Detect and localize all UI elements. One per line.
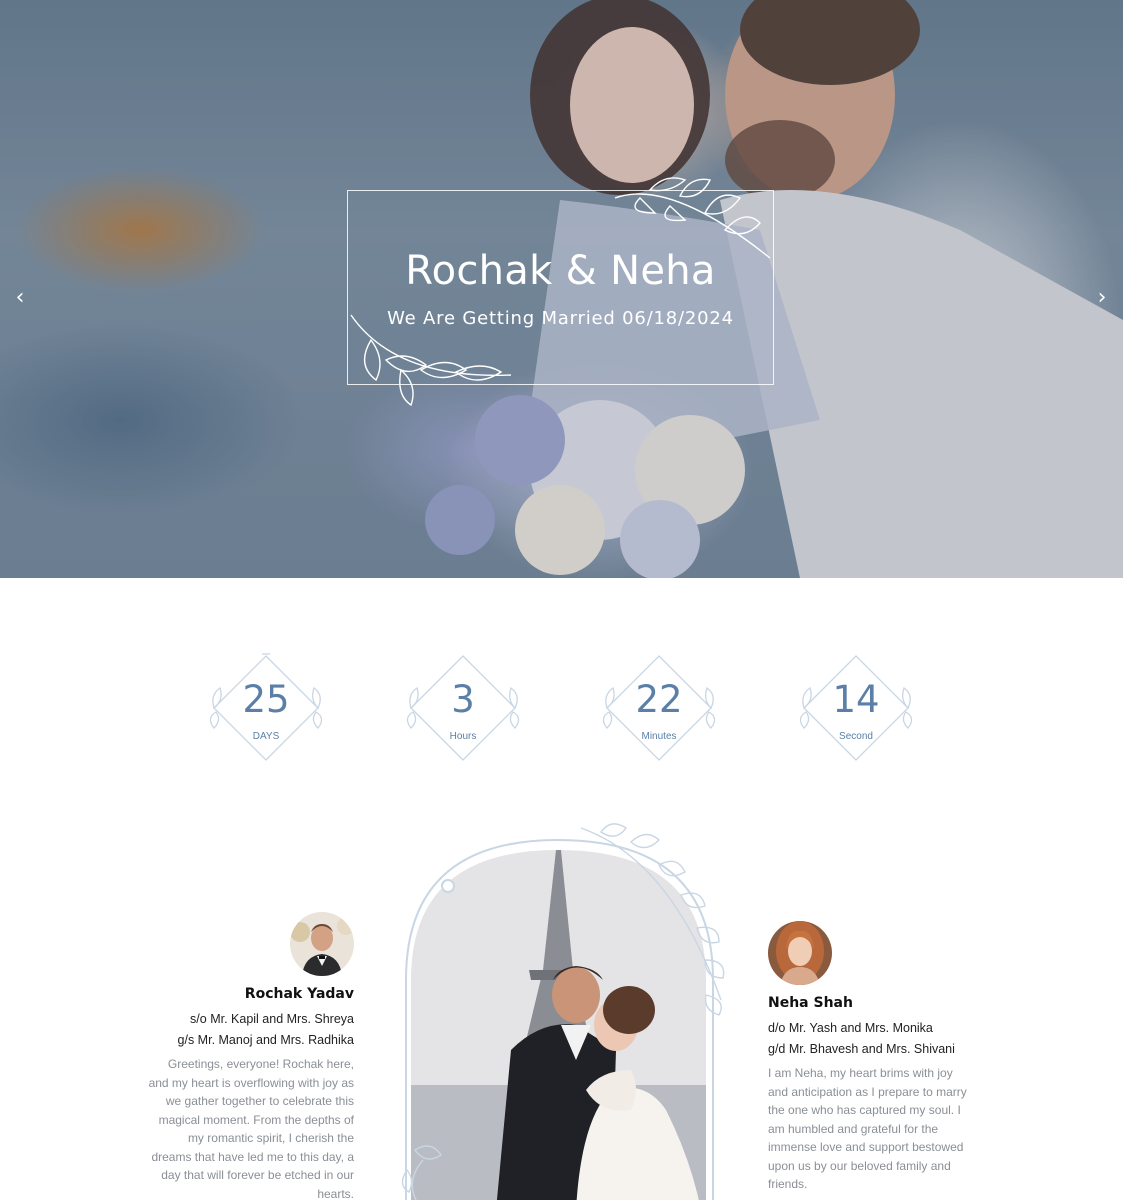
countdown-label: Second [839,731,873,742]
bride-name: Neha Shah [768,995,853,1011]
countdown-seconds: 14 Second [796,650,916,766]
prev-slide-button[interactable]: ‹ [6,284,34,312]
countdown-days: 25 DAYS [206,650,326,766]
bride-grandparents: g/d Mr. Bhavesh and Mrs. Shivani [768,1042,955,1056]
countdown-value: 3 [451,678,475,721]
countdown-label: Hours [449,731,477,742]
couple-photo [401,823,725,1200]
couple-title: Rochak & Neha [405,248,716,294]
next-slide-button[interactable]: › [1088,284,1116,312]
groom-bio: Greetings, everyone! Rochak here, and my… [148,1057,354,1200]
groom-name: Rochak Yadav [244,986,354,1002]
groom-grandparents: g/s Mr. Manoj and Mrs. Radhika [177,1033,354,1047]
countdown-minutes: 22 Minutes [599,650,719,766]
countdown-value: 14 [832,678,880,721]
chevron-left-icon: ‹ [15,285,25,310]
chevron-right-icon: › [1097,285,1107,310]
countdown-value: 22 [635,678,683,721]
hero-slider: Rochak & Neha We Are Getting Married 06/… [0,0,1123,578]
groom-parents: s/o Mr. Kapil and Mrs. Shreya [190,1012,354,1026]
wedding-date-subtitle: We Are Getting Married 06/18/2024 [387,308,734,329]
countdown-label: DAYS [252,731,280,742]
groom-avatar [290,912,354,976]
bride-parents: d/o Mr. Yash and Mrs. Monika [768,1021,933,1035]
countdown-label: Minutes [641,731,677,742]
bride-bio: I am Neha, my heart brims with joy and a… [768,1066,967,1191]
couple-photo-frame [401,820,746,1200]
countdown-timer: 25 DAYS 3 Hours 22 Minutes 14 Second [0,650,1123,770]
countdown-value: 25 [242,678,290,721]
bride-avatar [768,921,832,985]
countdown-hours: 3 Hours [403,650,523,766]
